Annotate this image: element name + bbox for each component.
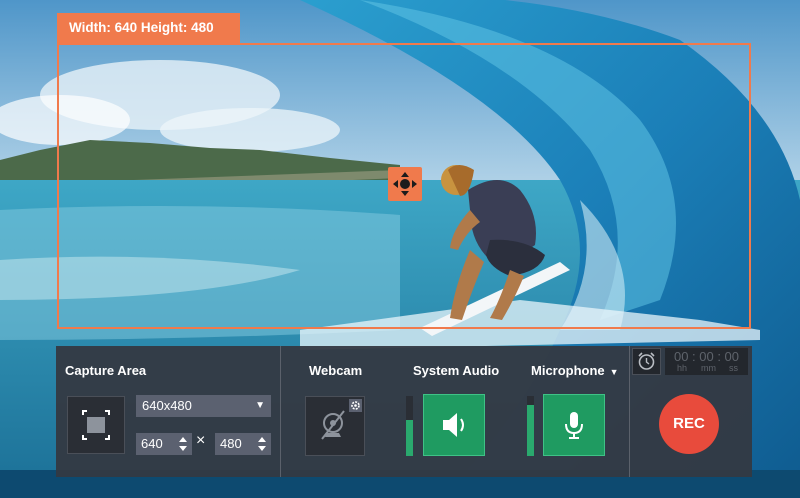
resolution-preset-select[interactable]: 640x480 ▼ xyxy=(136,395,271,417)
timer-unit-minutes: mm xyxy=(701,363,716,373)
timer-digits: 00 : 00 : 00 xyxy=(673,349,740,364)
move-icon[interactable] xyxy=(388,167,422,201)
system-audio-level-meter xyxy=(406,396,413,456)
recording-timer: 00 : 00 : 00 hh mm ss xyxy=(665,348,748,375)
area-select-icon xyxy=(82,410,110,440)
capture-area-title: Capture Area xyxy=(65,363,147,378)
system-audio-toggle-button[interactable] xyxy=(423,394,485,456)
system-audio-title: System Audio xyxy=(413,363,500,378)
times-separator: × xyxy=(196,432,206,449)
alarm-clock-icon xyxy=(638,352,655,370)
width-input[interactable]: 640 xyxy=(136,433,192,455)
webcam-title: Webcam xyxy=(309,363,363,378)
microphone-level-meter xyxy=(527,396,534,456)
dimensions-label: Width: 640 Height: 480 xyxy=(57,13,240,43)
webcam-toggle-button[interactable] xyxy=(305,396,365,456)
stepper-icon[interactable] xyxy=(258,436,266,452)
divider xyxy=(280,346,281,477)
area-select-button[interactable] xyxy=(67,396,125,454)
gear-icon[interactable] xyxy=(349,399,362,412)
timer-unit-hours: hh xyxy=(677,363,688,373)
control-panel: Capture Area 640x480 ▼ 640 × 480 Webcam xyxy=(56,346,752,477)
microphone-title[interactable]: Microphone ▼ xyxy=(531,363,619,378)
divider xyxy=(629,346,630,477)
height-input[interactable]: 480 xyxy=(215,433,271,455)
chevron-down-icon: ▼ xyxy=(255,400,265,411)
microphone-level-fill xyxy=(527,405,534,456)
timer-unit-seconds: ss xyxy=(729,363,738,373)
speaker-icon xyxy=(443,413,464,437)
width-value: 640 xyxy=(141,436,163,451)
height-value: 480 xyxy=(220,436,242,451)
stepper-icon[interactable] xyxy=(179,436,187,452)
chevron-down-icon: ▼ xyxy=(609,367,619,377)
microphone-icon xyxy=(565,412,583,439)
rec-button[interactable]: REC xyxy=(659,394,719,454)
microphone-label: Microphone xyxy=(531,363,605,378)
microphone-toggle-button[interactable] xyxy=(543,394,605,456)
schedule-button[interactable] xyxy=(632,348,661,375)
resolution-preset-value: 640x480 xyxy=(142,398,192,413)
system-audio-level-fill xyxy=(406,420,413,456)
